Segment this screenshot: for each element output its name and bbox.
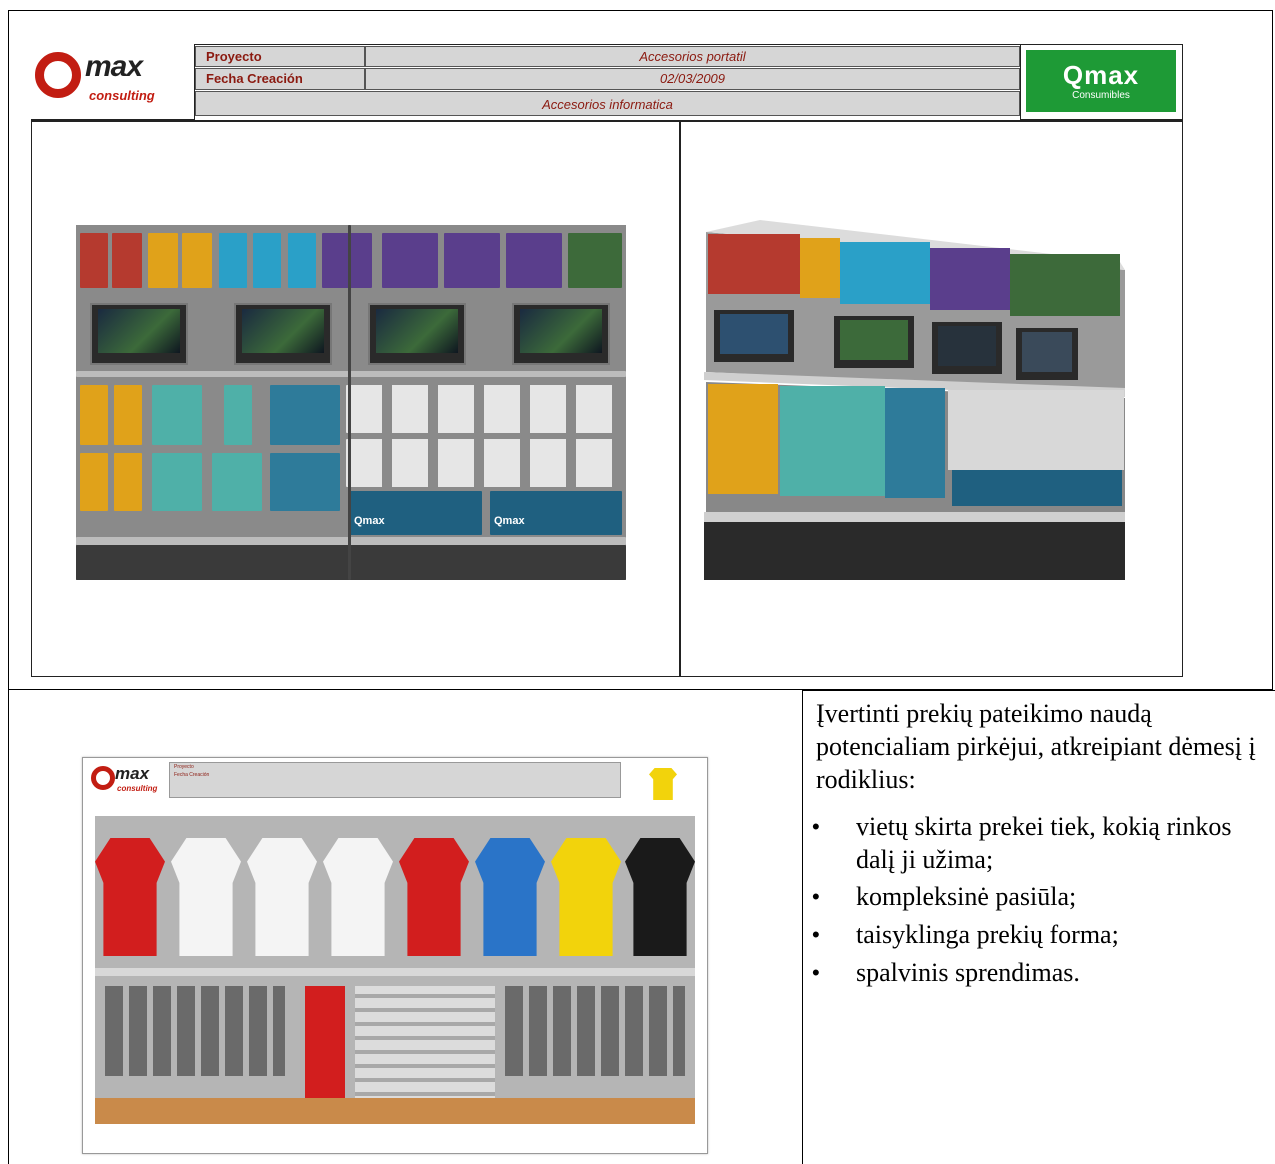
bullet-icon: • <box>812 884 820 909</box>
criteria-item: • taisyklinga prekių forma; <box>806 918 1266 956</box>
apparel-logo-text: max <box>115 764 150 783</box>
criteria-text: vietų skirta prekei tiek, kokią rinkos d… <box>856 812 1232 874</box>
criteria-item: • spalvinis sprendimas. <box>806 956 1266 994</box>
criteria-list: • vietų skirta prekei tiek, kokią rinkos… <box>806 810 1266 994</box>
criteria-item: • vietų skirta prekei tiek, kokią rinkos… <box>806 810 1266 880</box>
criteria-text: kompleksinė pasiūla; <box>856 882 1077 911</box>
qmax-consumibles-logo: Qmax Consumibles <box>1020 44 1183 120</box>
logo-text: max <box>85 50 143 83</box>
evaluation-intro: Įvertinti prekių pateikimo naudą potenci… <box>816 699 1256 794</box>
apparel-header: Proyecto Fecha Creación <box>169 762 621 798</box>
fecha-label: Fecha Creación <box>195 68 365 90</box>
front-view-shelf: Qmax Qmax <box>76 225 626 580</box>
apparel-proyecto-label: Proyecto <box>174 764 194 770</box>
criteria-text: taisyklinga prekių forma; <box>856 920 1119 949</box>
view-divider <box>679 121 681 677</box>
fecha-value: 02/03/2009 <box>365 68 1020 90</box>
logo-subtext: consulting <box>89 88 155 103</box>
criteria-text: spalvinis sprendimas. <box>856 958 1080 987</box>
keyboard-brand-label-1: Qmax <box>354 515 385 527</box>
header-divider <box>31 120 1183 122</box>
criteria-item: • kompleksinė pasiūla; <box>806 880 1266 918</box>
qmax-word: Qmax <box>1062 60 1140 90</box>
apparel-wall <box>95 816 695 1124</box>
proyecto-label: Proyecto <box>195 46 365 67</box>
bullet-icon: • <box>812 960 820 985</box>
perspective-view-shelf <box>700 212 1130 582</box>
category-value: Accesorios informatica <box>195 91 1020 116</box>
apparel-logo-sub: consulting <box>117 784 158 793</box>
apparel-fecha-label: Fecha Creación <box>174 772 210 778</box>
apparel-planogram-sheet: max consulting Proyecto Fecha Creación <box>82 757 708 1154</box>
bullet-icon: • <box>812 814 820 839</box>
perspective-shelf-drawing <box>704 220 1125 580</box>
qmax-consulting-logo: max consulting <box>31 44 195 120</box>
proyecto-value: Accesorios portatil <box>365 46 1020 67</box>
qmax-sub: Consumibles <box>1072 90 1130 101</box>
apparel-sheet-logo: max consulting <box>87 762 163 802</box>
bullet-icon: • <box>812 922 820 947</box>
keyboard-brand-label-2: Qmax <box>494 515 525 527</box>
logo-q-icon <box>35 52 81 98</box>
yellow-shirt-icon <box>649 768 677 800</box>
qmax-badge: Qmax Consumibles <box>1026 50 1176 112</box>
